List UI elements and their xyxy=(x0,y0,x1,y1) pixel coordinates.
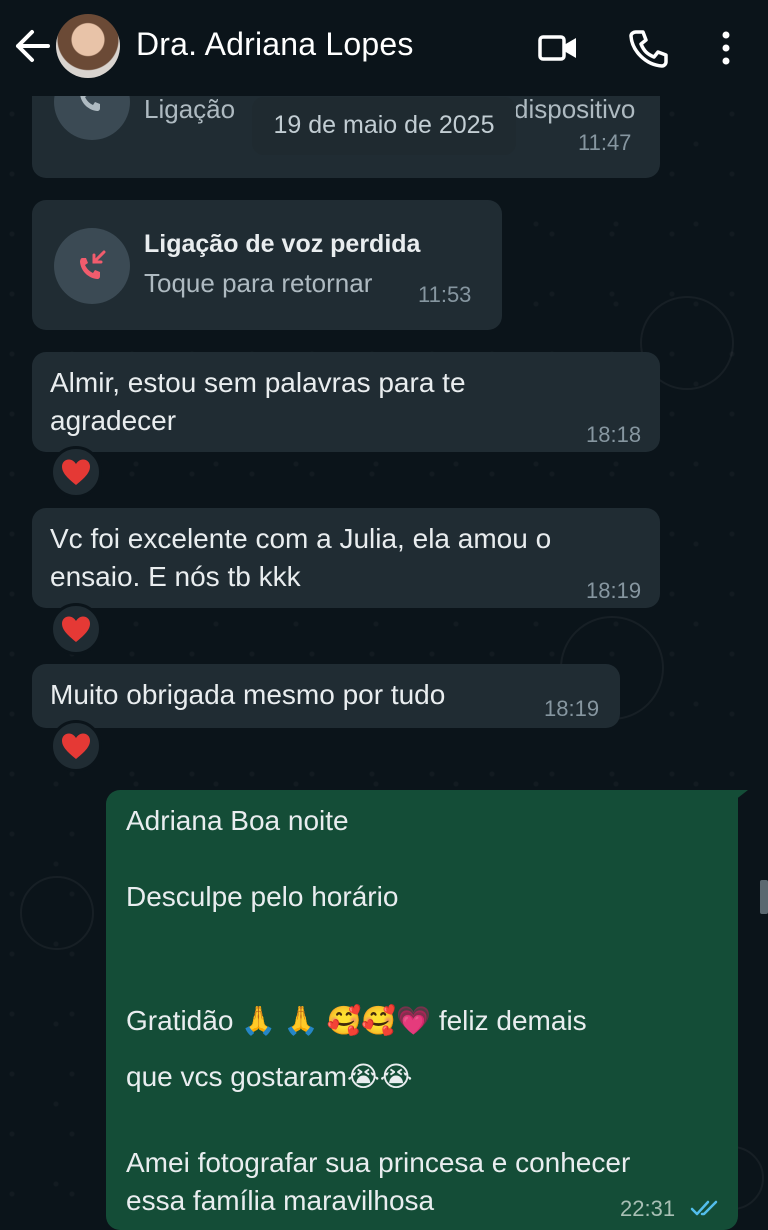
call-title-tail: dispositivo xyxy=(514,94,636,124)
message-text-line: agradecer xyxy=(50,405,177,436)
heart-icon[interactable] xyxy=(50,720,102,772)
message-time: 22:31 xyxy=(620,1196,676,1221)
heart-icon[interactable] xyxy=(50,446,102,498)
incoming-message[interactable]: Almir, estou sem palavras para te agrade… xyxy=(32,352,660,452)
message-time: 18:19 xyxy=(544,696,600,721)
wallpaper-doodle xyxy=(20,876,94,950)
message-text-line: essa família maravilhosa xyxy=(126,1185,435,1216)
contact-name[interactable]: Dra. Adriana Lopes xyxy=(136,26,414,63)
call-title: Ligação de voz perdida xyxy=(144,230,421,258)
date-label: 19 de maio de 2025 xyxy=(273,111,495,139)
avatar[interactable] xyxy=(56,14,120,78)
incoming-message[interactable]: Vc foi excelente com a Julia, ela amou o… xyxy=(32,508,660,608)
heart-icon[interactable] xyxy=(50,603,102,655)
back-arrow-icon[interactable] xyxy=(10,26,54,66)
video-call-icon[interactable] xyxy=(536,26,580,70)
phone-icon[interactable] xyxy=(626,26,670,70)
message-time: 11:47 xyxy=(578,130,632,155)
message-text-line: ensaio. E nós tb kkk xyxy=(50,561,301,592)
message-text-line: Gratidão 🙏 🙏 🥰🥰💗 feliz demais xyxy=(126,1005,587,1036)
chat-header: Dra. Adriana Lopes xyxy=(0,0,768,96)
message-time: 18:19 xyxy=(586,578,642,603)
more-vert-icon[interactable] xyxy=(704,26,748,70)
message-text-line: Amei fotografar sua princesa e conhecer xyxy=(126,1147,631,1178)
message-text-line: Almir, estou sem palavras para te xyxy=(50,367,466,398)
message-time: 18:18 xyxy=(586,422,642,447)
message-text-line: Desculpe pelo horário xyxy=(126,881,399,912)
message-time: 11:53 xyxy=(418,282,472,307)
date-chip: 19 de maio de 2025 xyxy=(252,97,516,155)
outgoing-message[interactable]: Adriana Boa noite Desculpe pelo horário … xyxy=(106,790,738,1230)
message-text-line: que vcs gostaram😭😭 xyxy=(126,1061,413,1092)
bubble-tail xyxy=(730,790,748,804)
scrollbar[interactable] xyxy=(760,880,768,914)
incoming-message[interactable]: Muito obrigada mesmo por tudo 18:19 xyxy=(32,664,620,728)
message-text-line: Adriana Boa noite xyxy=(126,805,349,836)
message-text-line: Muito obrigada mesmo por tudo xyxy=(50,679,446,710)
missed-call-message[interactable]: Ligação de voz perdida Toque para retorn… xyxy=(32,200,502,330)
missed-call-icon xyxy=(54,228,130,304)
call-title: Ligação xyxy=(144,94,236,124)
call-subtitle: Toque para retornar xyxy=(144,268,373,298)
message-text-line: Vc foi excelente com a Julia, ela amou o xyxy=(50,523,552,554)
